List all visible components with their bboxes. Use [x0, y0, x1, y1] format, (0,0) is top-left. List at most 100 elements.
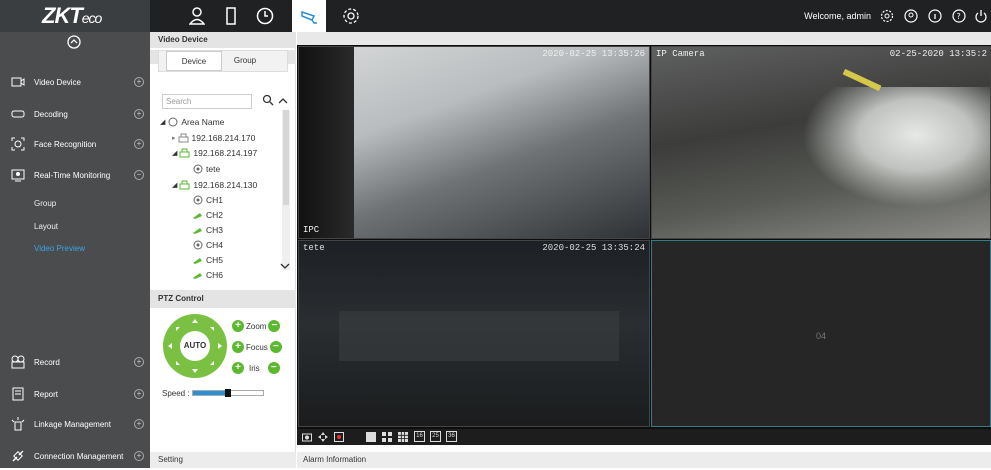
power-icon[interactable] — [974, 9, 988, 23]
zoom-out-button[interactable]: − — [268, 320, 281, 332]
tab-group[interactable]: Group — [222, 51, 268, 71]
search-icon[interactable] — [262, 94, 274, 106]
expand-icon[interactable]: + — [134, 357, 144, 367]
tree-channel[interactable]: CH3 — [192, 225, 223, 235]
tree-device[interactable]: ◢ 192.168.214.197 — [172, 148, 257, 158]
tree-root[interactable]: ◢ Area Name — [160, 117, 224, 127]
sidebar-item-connection-management[interactable]: Connection Management + — [0, 442, 150, 470]
expand-icon[interactable]: + — [134, 109, 144, 119]
tree-channel[interactable]: CH5 — [192, 255, 223, 265]
sidebar-item-label: Connection Management — [34, 451, 124, 461]
door-icon[interactable] — [214, 0, 248, 32]
expand-icon[interactable]: + — [134, 419, 144, 429]
iris-open-button[interactable]: + — [232, 362, 244, 374]
ptz-auto-button[interactable]: AUTO — [180, 331, 210, 361]
expand-icon[interactable]: + — [134, 389, 144, 399]
tree-device[interactable]: ▸ 192.168.214.170 — [172, 133, 255, 143]
record-icon[interactable] — [334, 432, 344, 442]
collapse-item-icon[interactable]: − — [134, 170, 144, 180]
tree-channel[interactable]: CH2 — [192, 210, 223, 220]
sidebar-item-record[interactable]: Record + — [0, 348, 150, 376]
sidebar-item-report[interactable]: Report + — [0, 380, 150, 408]
scrollbar-thumb[interactable] — [283, 110, 289, 205]
ptz-icon[interactable] — [318, 432, 328, 442]
tree-channel[interactable]: tete — [192, 164, 220, 174]
tree-device[interactable]: ◢ 192.168.214.130 — [172, 180, 257, 190]
device-icon — [178, 133, 189, 143]
osd-label: IPC — [303, 225, 320, 235]
expand-icon[interactable]: + — [134, 451, 144, 461]
video-tile-4[interactable]: 04 — [651, 240, 991, 427]
info-icon[interactable] — [928, 9, 942, 23]
chevron-down-icon[interactable] — [280, 262, 290, 270]
channel-offline-icon — [192, 195, 203, 205]
osd-timestamp: 02-25-2020 13:35:2 — [889, 49, 987, 59]
focus-in-button[interactable]: + — [232, 341, 244, 353]
record-icon — [10, 354, 26, 370]
alarm-information-bar[interactable]: Alarm Information — [297, 452, 991, 468]
sidebar-item-video-device[interactable]: Video Device + — [0, 68, 150, 96]
help-icon[interactable]: ? — [952, 9, 966, 23]
brand-logo: ZKTeco — [0, 0, 150, 32]
sidebar-item-label: Linkage Management — [34, 419, 111, 429]
tab-device[interactable]: Device — [166, 51, 222, 71]
gear-icon[interactable] — [880, 9, 894, 23]
submenu-layout[interactable]: Layout — [34, 222, 58, 231]
tree-channel[interactable]: CH6 — [192, 270, 223, 280]
layout-16-icon[interactable]: 16 — [414, 431, 425, 442]
clock-icon[interactable] — [248, 0, 282, 32]
setting-bar[interactable]: Setting — [150, 452, 296, 468]
svg-text:?: ? — [957, 12, 961, 21]
area-icon — [167, 117, 178, 127]
speed-fill — [193, 391, 228, 395]
ptz-focus-row: + Focus − — [232, 340, 282, 354]
screen-icon — [10, 167, 26, 183]
tree-channel[interactable]: CH4 — [192, 240, 223, 250]
sidebar: Video Device + Decoding + Face Recogniti… — [0, 32, 150, 468]
speed-label: Speed : — [162, 389, 190, 398]
sidebar-item-label: Real-Time Monitoring — [34, 170, 111, 180]
search-input[interactable]: Search — [162, 94, 252, 109]
sidebar-item-real-time-monitoring[interactable]: Real-Time Monitoring − — [0, 161, 150, 189]
video-header — [297, 32, 991, 45]
submenu-group[interactable]: Group — [34, 199, 56, 208]
iris-close-button[interactable]: − — [267, 362, 280, 374]
zoom-in-button[interactable]: + — [232, 320, 244, 332]
snapshot-icon[interactable] — [302, 432, 312, 442]
video-tile-2[interactable]: IP Camera 02-25-2020 13:35:2 — [651, 46, 991, 239]
layout-1-icon[interactable] — [366, 432, 376, 442]
user-circle-icon[interactable] — [904, 9, 918, 23]
focus-out-button[interactable]: − — [269, 341, 282, 353]
sidebar-item-label: Video Device — [34, 77, 81, 87]
video-device-header: Video Device — [150, 32, 296, 48]
channel-offline-icon — [192, 240, 203, 250]
collapse-icon[interactable] — [66, 34, 82, 50]
ptz-zoom-row: + Zoom − — [232, 319, 281, 333]
chevron-up-icon[interactable] — [278, 96, 288, 104]
tree-channel[interactable]: CH1 — [192, 195, 223, 205]
layout-9-icon[interactable] — [398, 432, 408, 442]
link-icon — [10, 448, 26, 464]
speed-handle[interactable] — [225, 389, 231, 397]
video-tile-1[interactable]: 2020-02-25 13:35:26 IPC — [298, 46, 650, 239]
expand-icon[interactable]: + — [134, 77, 144, 87]
tile-number: 04 — [815, 331, 826, 341]
iris-label: Iris — [249, 363, 260, 373]
welcome-text: Welcome, admin — [804, 11, 871, 21]
settings-icon[interactable] — [334, 0, 368, 32]
camera-icon[interactable] — [292, 0, 326, 32]
device-icon — [179, 148, 190, 158]
channel-online-icon — [192, 225, 203, 235]
person-icon[interactable] — [180, 0, 214, 32]
sidebar-item-linkage-management[interactable]: Linkage Management + — [0, 410, 150, 438]
video-tile-3[interactable]: tete 2020-02-25 13:35:24 — [298, 240, 650, 427]
submenu-video-preview[interactable]: Video Preview — [34, 244, 85, 253]
linkage-icon — [10, 416, 26, 432]
expand-icon[interactable]: + — [134, 139, 144, 149]
layout-4-icon[interactable] — [382, 432, 392, 442]
layout-25-icon[interactable]: 25 — [430, 431, 441, 442]
sidebar-item-label: Report — [34, 389, 59, 399]
sidebar-item-face-recognition[interactable]: Face Recognition + — [0, 130, 150, 158]
layout-36-icon[interactable]: 36 — [446, 431, 457, 442]
sidebar-item-decoding[interactable]: Decoding + — [0, 100, 150, 128]
